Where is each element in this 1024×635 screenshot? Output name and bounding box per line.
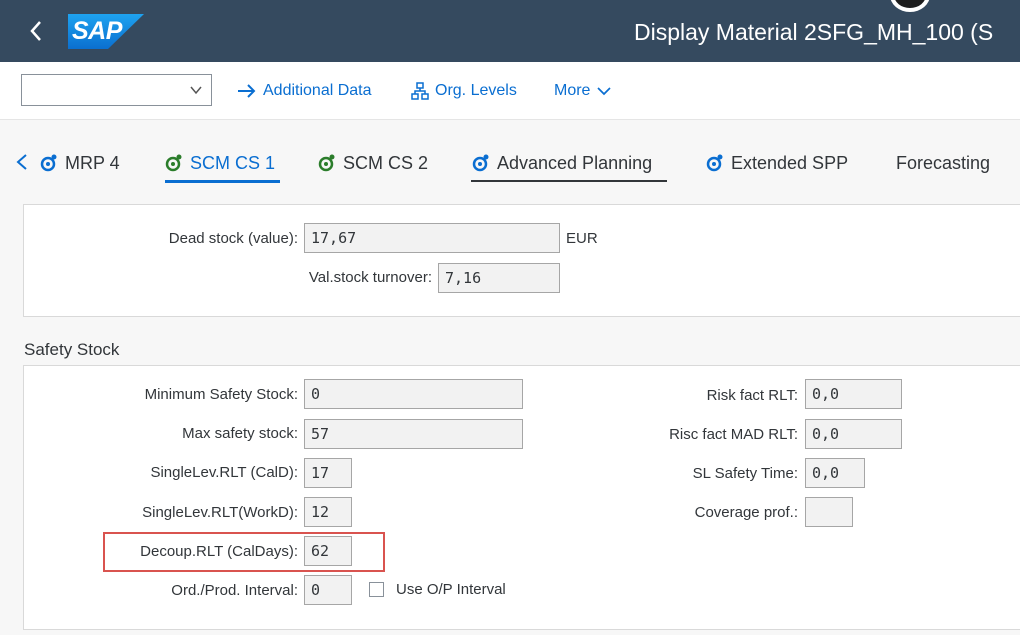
tab-mrp4[interactable]: MRP 4 — [40, 150, 120, 176]
active-tab-indicator — [165, 180, 280, 183]
tab-label: Advanced Planning — [497, 152, 653, 173]
additional-data-button[interactable]: Additional Data — [237, 80, 372, 102]
shell-header: SAP Display Material 2SFG_MH_100 (S — [0, 0, 1024, 62]
dead-stock-label: Dead stock (value): — [168, 230, 298, 247]
tab-settings-icon — [40, 154, 57, 172]
singlelev-cald-label: SingleLev.RLT (CalD): — [150, 464, 298, 481]
singlelev-workd-label: SingleLev.RLT(WorkD): — [142, 504, 298, 521]
additional-data-label: Additional Data — [263, 82, 372, 99]
sl-safety-field[interactable]: 0,0 — [805, 458, 865, 488]
tab-bar: MRP 4 SCM CS 1 SCM CS 2 Advanced Plannin… — [0, 120, 1024, 188]
tab-scroll-left-icon[interactable] — [14, 152, 30, 172]
tab-settings-icon — [318, 154, 335, 172]
highlight-box — [103, 532, 385, 572]
chevron-down-icon — [597, 87, 612, 96]
singlelev-cald-field[interactable]: 17 — [304, 458, 352, 488]
org-levels-button[interactable]: Org. Levels — [411, 80, 517, 102]
risc-mad-label: Risc fact MAD RLT: — [669, 426, 798, 443]
use-op-interval-label: Use O/P Interval — [396, 581, 506, 598]
turnover-label: Val.stock turnover: — [308, 269, 432, 286]
risc-mad-field[interactable]: 0,0 — [805, 419, 902, 449]
turnover-field[interactable]: 7,16 — [438, 263, 560, 293]
tab-scm-cs2[interactable]: SCM CS 2 — [318, 150, 428, 176]
more-button[interactable]: More — [554, 80, 617, 102]
hierarchy-icon — [411, 82, 429, 100]
arrow-right-icon — [238, 84, 256, 98]
org-levels-label: Org. Levels — [435, 82, 517, 99]
sl-safety-label: SL Safety Time: — [692, 465, 798, 482]
more-label: More — [554, 82, 591, 99]
view-select[interactable] — [21, 74, 212, 106]
tab-settings-icon — [472, 154, 489, 172]
min-safety-label: Minimum Safety Stock: — [144, 386, 298, 403]
chevron-down-icon — [190, 86, 202, 95]
tab-extended-spp[interactable]: Extended SPP — [706, 150, 848, 176]
tab-advanced-planning[interactable]: Advanced Planning — [472, 150, 652, 176]
tab-scm-cs1[interactable]: SCM CS 1 — [165, 150, 275, 176]
coverage-label: Coverage prof.: — [694, 504, 798, 521]
coverage-field[interactable] — [805, 497, 853, 527]
tab-settings-icon — [706, 154, 723, 172]
safety-stock-title: Safety Stock — [24, 340, 120, 359]
tab-hover-indicator — [471, 180, 667, 182]
chevron-left-icon — [30, 21, 41, 41]
window-edge — [1020, 0, 1024, 635]
tab-settings-icon — [165, 154, 182, 172]
tab-label: MRP 4 — [65, 152, 120, 173]
tab-label: SCM CS 1 — [190, 152, 276, 173]
tab-label: Extended SPP — [731, 152, 849, 173]
stock-panel — [23, 204, 1024, 317]
page-title: Display Material 2SFG_MH_100 (S — [634, 19, 994, 45]
tab-label: SCM CS 2 — [343, 152, 429, 173]
tab-forecasting[interactable]: Forecasting — [896, 150, 990, 176]
min-safety-field[interactable]: 0 — [304, 379, 523, 409]
tab-label: Forecasting — [896, 152, 991, 173]
back-button[interactable] — [22, 14, 50, 48]
ordprod-field[interactable]: 0 — [304, 575, 352, 605]
dead-stock-field[interactable]: 17,67 — [304, 223, 560, 253]
use-op-interval-checkbox[interactable] — [369, 582, 384, 597]
singlelev-workd-field[interactable]: 12 — [304, 497, 352, 527]
max-safety-field[interactable]: 57 — [304, 419, 523, 449]
dead-stock-unit: EUR — [566, 230, 598, 247]
max-safety-label: Max safety stock: — [182, 425, 298, 442]
risk-rlt-field[interactable]: 0,0 — [805, 379, 902, 409]
risk-rlt-label: Risk fact RLT: — [706, 387, 798, 404]
sap-logo-text: SAP — [72, 17, 122, 45]
ordprod-label: Ord./Prod. Interval: — [171, 582, 298, 599]
cursor-overlay-icon — [890, 0, 930, 12]
toolbar: Additional Data Org. Levels More — [0, 62, 1024, 120]
